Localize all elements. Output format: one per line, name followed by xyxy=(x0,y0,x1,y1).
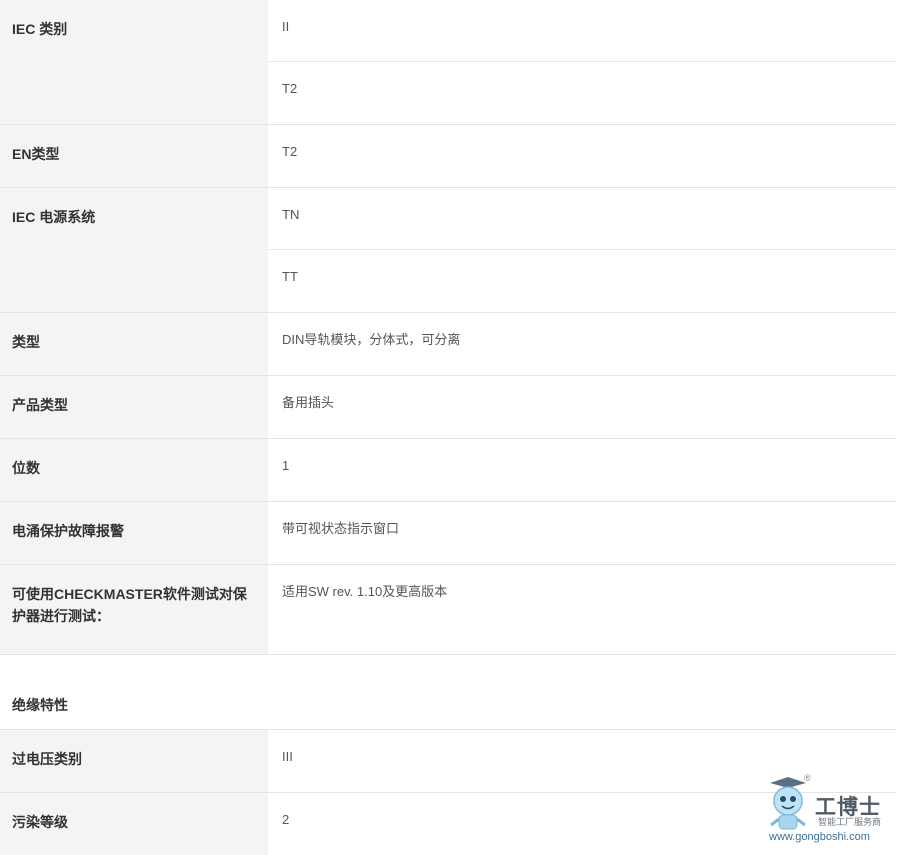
brand-url: www.gongboshi.com xyxy=(769,831,870,843)
spec-row-iec-power-system: IEC 电源系统 TN TT xyxy=(0,188,897,313)
spec-label: IEC 电源系统 xyxy=(0,188,268,312)
brand-tagline: 智能工厂服务商 xyxy=(818,817,882,827)
spec-label: 位数 xyxy=(0,439,268,501)
spec-row-surge-alarm: 电涌保护故障报警 带可视状态指示窗口 xyxy=(0,502,897,565)
watermark-logo: ® 工博士 智能工厂服务商 www.gongboshi.com xyxy=(760,773,890,845)
spec-label: 电涌保护故障报警 xyxy=(0,502,268,564)
spec-value: II xyxy=(268,0,897,62)
registered-mark: ® xyxy=(804,773,811,783)
spec-row-iec-category: IEC 类别 II T2 xyxy=(0,0,897,125)
spec-label: 类型 xyxy=(0,313,268,375)
spec-row-product-type: 产品类型 备用插头 xyxy=(0,376,897,439)
spec-value: 适用SW rev. 1.10及更高版本 xyxy=(282,584,448,599)
spec-label: 可使用CHECKMASTER软件测试对保护器进行测试： xyxy=(0,565,268,654)
section-title: 绝缘特性 xyxy=(0,655,897,730)
spec-value: 备用插头 xyxy=(282,395,335,410)
spec-label: EN类型 xyxy=(0,125,268,187)
spec-row-checkmaster: 可使用CHECKMASTER软件测试对保护器进行测试： 适用SW rev. 1.… xyxy=(0,565,897,655)
spec-label: 污染等级 xyxy=(0,793,268,855)
spec-value: TN xyxy=(268,188,897,250)
spec-row-en-type: EN类型 T2 xyxy=(0,125,897,188)
spec-value: 1 xyxy=(282,458,290,473)
robot-mascot-icon xyxy=(770,777,806,830)
spec-value: T2 xyxy=(282,144,298,159)
spec-label: 产品类型 xyxy=(0,376,268,438)
spec-table: IEC 类别 II T2 EN类型 T2 IEC 电源系统 TN TT 类型 D… xyxy=(0,0,900,855)
spec-row-type: 类型 DIN导轨模块，分体式，可分离 xyxy=(0,313,897,376)
spec-label: 过电压类别 xyxy=(0,730,268,792)
spec-row-poles: 位数 1 xyxy=(0,439,897,502)
spec-label: IEC 类别 xyxy=(0,0,268,124)
spec-value: 带可视状态指示窗口 xyxy=(282,521,400,536)
spec-value: T2 xyxy=(282,81,298,96)
spec-value: TT xyxy=(282,269,298,284)
spec-value: DIN导轨模块，分体式，可分离 xyxy=(282,332,461,347)
